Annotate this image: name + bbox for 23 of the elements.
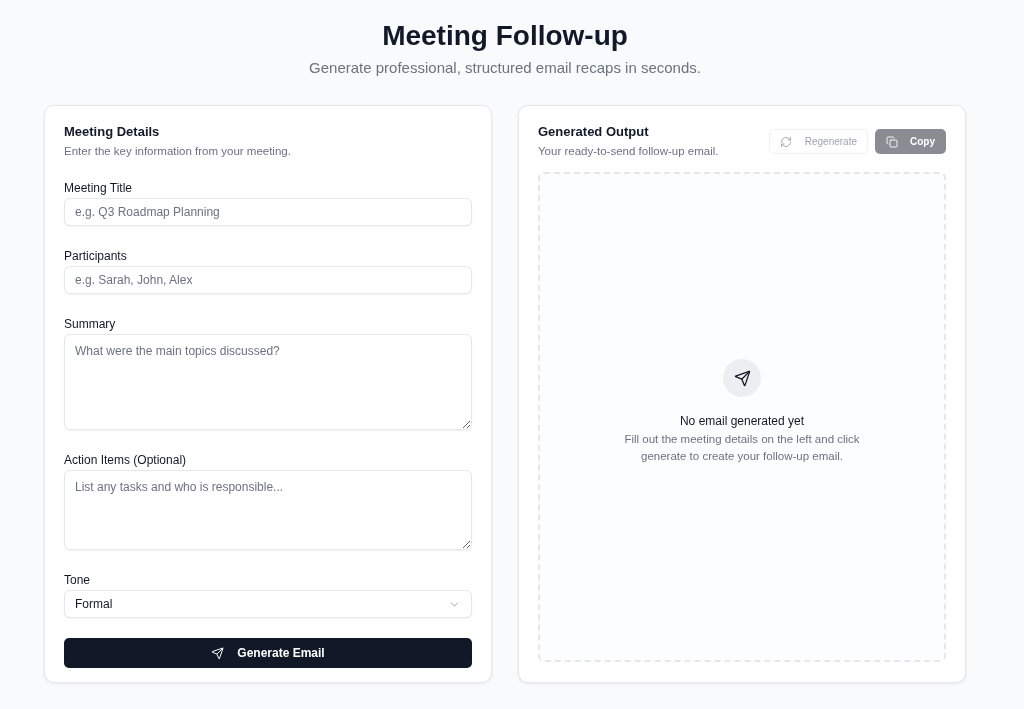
field-label: Tone <box>64 573 92 587</box>
textarea-field[interactable]: List any tasks and who is responsible... <box>64 470 472 550</box>
empty-state-message: Fill out the meeting details on the left and click generate to create your follow-up email. <box>623 432 861 464</box>
field-label: Participants <box>64 249 128 263</box>
generate-email-button[interactable]: Generate Email <box>64 638 472 668</box>
copy-icon <box>886 135 898 148</box>
card-title: Meeting Details <box>64 124 161 140</box>
input-field[interactable]: e.g. Sarah, John, Alex <box>64 266 472 294</box>
send-icon <box>723 359 761 397</box>
select-field[interactable]: Formal <box>64 590 472 618</box>
page-title: Meeting Follow-up <box>382 19 628 53</box>
refresh-icon <box>779 135 792 148</box>
send-icon <box>211 646 225 660</box>
card-subtitle: Your ready-to-send follow-up email. <box>538 144 719 159</box>
card-subtitle: Enter the key information from your meeting. <box>64 144 292 159</box>
field-label: Action Items (Optional) <box>64 453 188 467</box>
page-subtitle: Generate professional, structured email recaps in seconds. <box>309 58 701 78</box>
input-field[interactable]: e.g. Q3 Roadmap Planning <box>64 198 472 226</box>
field-label: Summary <box>64 317 117 331</box>
card-title: Generated Output <box>538 124 650 140</box>
field-label: Meeting Title <box>64 181 134 195</box>
empty-state-title: No email generated yet <box>679 413 805 429</box>
textarea-field[interactable]: What were the main topics discussed? <box>64 334 472 430</box>
